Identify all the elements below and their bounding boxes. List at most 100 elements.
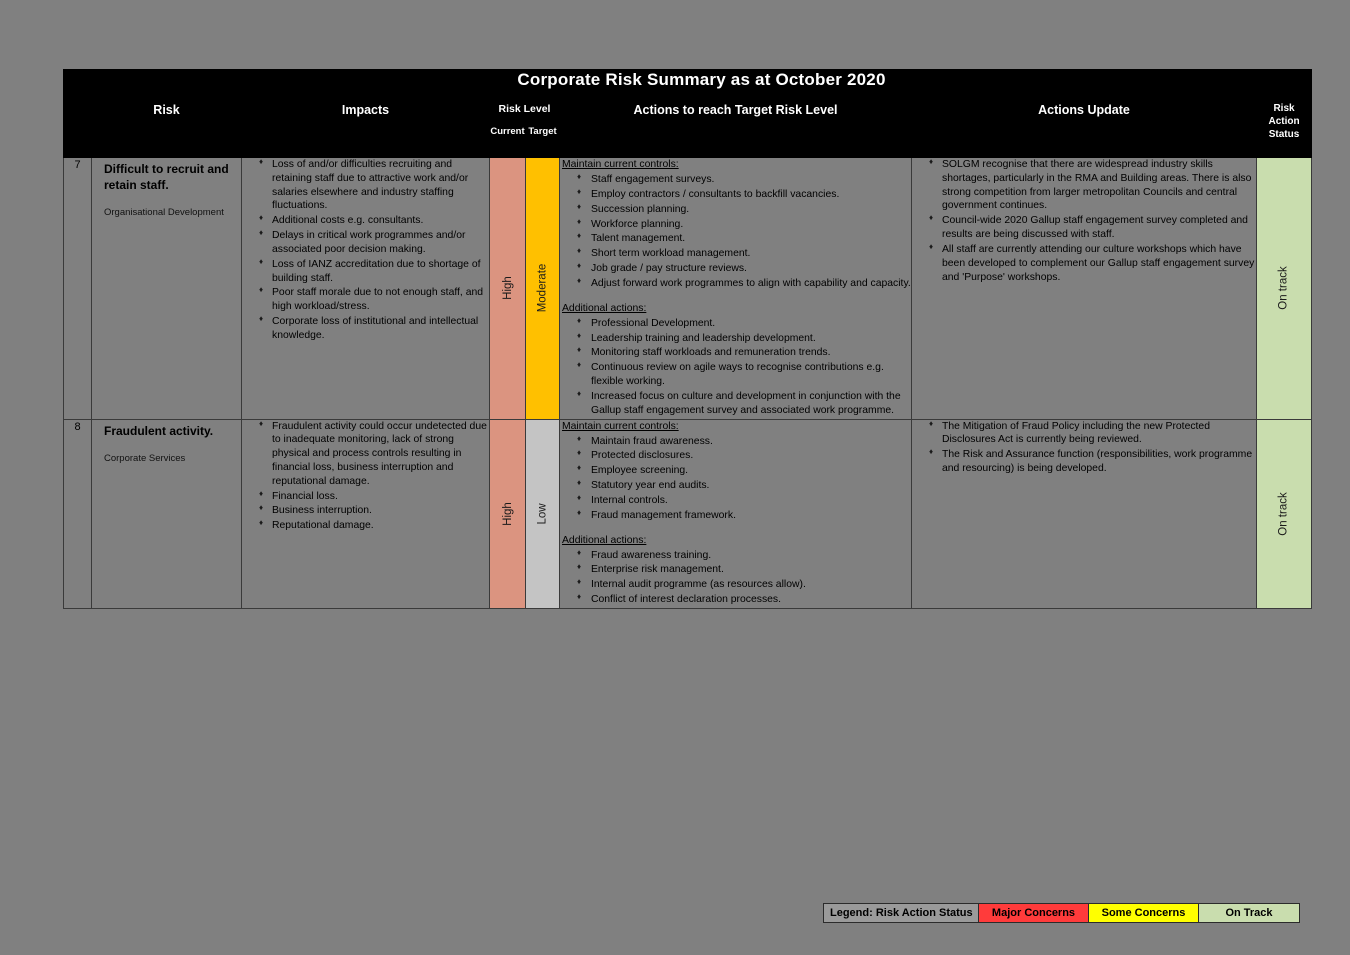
list-item: Council-wide 2020 Gallup staff engagemen…	[929, 213, 1256, 242]
list-item: Poor staff morale due to not enough staf…	[259, 285, 489, 314]
risk-owner: Corporate Services	[104, 453, 186, 465]
actions-list-additional: Fraud awareness training. Enterprise ris…	[560, 548, 911, 607]
page-canvas: Corporate Risk Summary as at October 202…	[0, 0, 1350, 955]
list-item: Employee screening.	[577, 463, 911, 478]
updates-list: The Mitigation of Fraud Policy including…	[912, 419, 1256, 476]
legend: Legend: Risk Action Status Major Concern…	[823, 903, 1300, 923]
list-item: Short term workload management.	[577, 246, 911, 261]
list-item: Protected disclosures.	[577, 448, 911, 463]
status-text: On track	[1278, 491, 1291, 536]
list-item: Job grade / pay structure reviews.	[577, 261, 911, 276]
list-item: Additional costs e.g. consultants.	[259, 213, 489, 228]
list-item: Increased focus on culture and developme…	[577, 389, 911, 418]
header-status-line-1: Risk	[1273, 103, 1295, 114]
list-item: Professional Development.	[577, 316, 911, 331]
list-item: Internal controls.	[577, 493, 911, 508]
impacts-cell: Fraudulent activity could occur undetect…	[241, 419, 490, 609]
current-risk-level-cell: High	[489, 157, 526, 420]
current-risk-level-cell: High	[489, 418, 526, 609]
actions-cell: Maintain current controls: Staff engagem…	[559, 157, 912, 420]
table-row[interactable]: 8 Fraudulent activity. Corporate Service…	[63, 418, 1313, 609]
column-header-row: Risk Impacts Risk Level Actions to reach…	[63, 102, 1313, 158]
list-item: The Mitigation of Fraud Policy including…	[929, 419, 1256, 448]
risk-cell: Fraudulent activity. Corporate Services	[91, 418, 242, 609]
list-item: Conflict of interest declaration process…	[577, 592, 911, 607]
list-item: Workforce planning.	[577, 217, 911, 232]
legend-item-on-track: On Track	[1199, 904, 1299, 922]
actions-group-heading: Maintain current controls:	[562, 420, 679, 432]
list-item: Enterprise risk management.	[577, 562, 911, 577]
actions-list-current: Staff engagement surveys. Employ contrac…	[560, 172, 911, 291]
title-row: Corporate Risk Summary as at October 202…	[63, 69, 1313, 103]
risk-title: Fraudulent activity.	[104, 423, 214, 438]
legend-item-some-concerns: Some Concerns	[1089, 904, 1199, 922]
list-item: Adjust forward work programmes to align …	[577, 276, 911, 291]
list-item: Maintain fraud awareness.	[577, 434, 911, 449]
list-item: Reputational damage.	[259, 518, 489, 533]
list-item: Monitoring staff workloads and remunerat…	[577, 345, 911, 360]
risk-cell: Difficult to recruit and retain staff. O…	[91, 157, 242, 420]
actions-group-heading: Additional actions:	[562, 534, 647, 546]
actions-update-cell: SOLGM recognise that there are widesprea…	[911, 157, 1257, 420]
table-row[interactable]: 7 Difficult to recruit and retain staff.…	[63, 157, 1313, 420]
list-item: Continuous review on agile ways to recog…	[577, 360, 911, 389]
status-badge: On track	[1255, 418, 1313, 609]
actions-list-additional: Professional Development. Leadership tra…	[560, 316, 911, 418]
list-item: Talent management.	[577, 231, 911, 246]
actions-update-cell: The Mitigation of Fraud Policy including…	[911, 418, 1257, 609]
list-item: Fraud awareness training.	[577, 548, 911, 563]
header-number	[63, 102, 92, 158]
header-risk-level: Risk Level	[489, 102, 560, 126]
header-target: Target	[525, 125, 560, 158]
list-item: Loss of and/or difficulties recruiting a…	[259, 157, 489, 213]
row-number: 7	[63, 157, 92, 420]
actions-cell: Maintain current controls: Maintain frau…	[559, 418, 912, 609]
list-item: All staff are currently attending our cu…	[929, 242, 1256, 284]
header-current: Current	[489, 125, 526, 158]
list-item: Statutory year end audits.	[577, 478, 911, 493]
header-impacts: Impacts	[241, 102, 490, 158]
list-item: Business interruption.	[259, 503, 489, 518]
header-risk-action-status: Risk Action Status	[1255, 102, 1313, 158]
list-item: Corporate loss of institutional and inte…	[259, 314, 489, 343]
status-badge: On track	[1255, 157, 1313, 420]
table-header: Corporate Risk Summary as at October 202…	[63, 69, 1313, 158]
list-item: Succession planning.	[577, 202, 911, 217]
header-actions-update: Actions Update	[911, 102, 1257, 158]
corporate-risk-summary-table: Corporate Risk Summary as at October 202…	[63, 69, 1313, 609]
list-item: Delays in critical work programmes and/o…	[259, 228, 489, 257]
row-number: 8	[63, 418, 92, 609]
legend-item-major-concerns: Major Concerns	[979, 904, 1089, 922]
impacts-list: Loss of and/or difficulties recruiting a…	[242, 157, 489, 343]
header-status-line-3: Status	[1268, 128, 1300, 140]
target-risk-level: Moderate	[536, 263, 549, 313]
status-text: On track	[1278, 266, 1291, 310]
target-risk-level-cell: Low	[525, 418, 560, 609]
list-item: SOLGM recognise that there are widesprea…	[929, 157, 1256, 213]
page-title: Corporate Risk Summary as at October 202…	[90, 69, 1313, 103]
risk-title: Difficult to recruit and retain staff.	[104, 162, 229, 192]
impacts-cell: Loss of and/or difficulties recruiting a…	[241, 157, 490, 420]
current-risk-level: High	[501, 501, 514, 526]
list-item: Staff engagement surveys.	[577, 172, 911, 187]
actions-group-heading: Additional actions:	[562, 302, 647, 314]
list-item: Loss of IANZ accreditation due to shorta…	[259, 257, 489, 286]
legend-title: Legend: Risk Action Status	[824, 904, 979, 922]
header-actions: Actions to reach Target Risk Level	[559, 102, 912, 158]
updates-list: SOLGM recognise that there are widesprea…	[912, 157, 1256, 284]
impacts-list: Fraudulent activity could occur undetect…	[242, 419, 489, 534]
title-spacer-left	[63, 69, 92, 103]
list-item: Employ contractors / consultants to back…	[577, 187, 911, 202]
list-item: Financial loss.	[259, 489, 489, 504]
target-risk-level-cell: Moderate	[525, 157, 560, 420]
actions-group-heading: Maintain current controls:	[562, 159, 679, 170]
table-body: 7 Difficult to recruit and retain staff.…	[63, 157, 1313, 609]
list-item: Fraud management framework.	[577, 508, 911, 523]
header-risk: Risk	[91, 102, 242, 158]
list-item: Leadership training and leadership devel…	[577, 331, 911, 346]
actions-list-current: Maintain fraud awareness. Protected disc…	[560, 434, 911, 523]
list-item: The Risk and Assurance function (respons…	[929, 447, 1256, 476]
target-risk-level: Low	[536, 503, 549, 525]
list-item: Fraudulent activity could occur undetect…	[259, 419, 489, 489]
header-status-line-2: Action	[1268, 115, 1300, 127]
